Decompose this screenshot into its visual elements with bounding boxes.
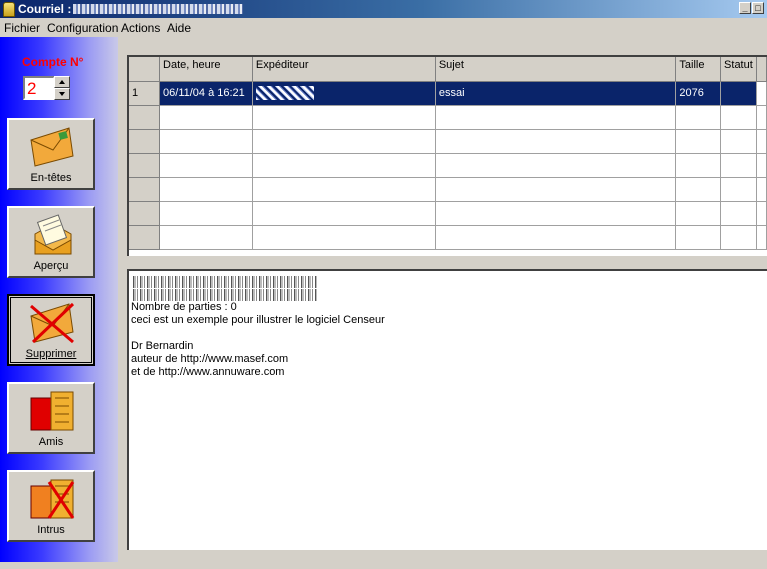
corner-cell [129, 57, 161, 82]
cell-subject[interactable]: essai [435, 81, 677, 106]
preview-line: Dr Bernardin [131, 340, 194, 352]
row-header[interactable] [129, 201, 161, 226]
cell-size[interactable]: 2076 [675, 81, 722, 106]
blurred-sender [255, 86, 314, 100]
menu-aide[interactable]: Aide [167, 21, 191, 35]
table-row[interactable] [129, 225, 767, 250]
preview-label: Aperçu [33, 260, 69, 272]
message-grid: Date, heure Expéditeur Sujet Taille Stat… [129, 57, 767, 250]
menu-bar: Fichier Configuration Actions Aide [0, 18, 767, 37]
cell-sender[interactable] [252, 81, 436, 106]
preview-line: et de http://www.annuware.com [131, 366, 285, 378]
intruders-button[interactable]: Intrus [7, 470, 95, 542]
account-number-input[interactable]: 2 [23, 76, 55, 100]
delete-button[interactable]: Supprimer [7, 294, 95, 366]
cell-status[interactable] [720, 81, 758, 106]
cell-date[interactable]: 06/11/04 à 16:21 [159, 81, 253, 106]
header-subject[interactable]: Sujet [435, 57, 677, 82]
row-header[interactable] [129, 225, 161, 250]
window-title: Courriel : [18, 2, 72, 16]
blurred-account-address [73, 4, 243, 14]
message-table: Date, heure Expéditeur Sujet Taille Stat… [127, 55, 767, 256]
blurred-header-line [131, 276, 317, 288]
row-header[interactable] [129, 129, 161, 154]
preview-line: auteur de http://www.masef.com [131, 353, 289, 365]
header-status[interactable]: Statut [720, 57, 758, 82]
maximize-button[interactable]: □ [752, 2, 764, 14]
table-row[interactable] [129, 129, 767, 154]
envelope-icon [30, 127, 74, 167]
row-number[interactable]: 1 [129, 81, 161, 106]
account-increment-button[interactable] [54, 76, 70, 88]
table-row[interactable] [129, 201, 767, 226]
address-book-icon [30, 391, 74, 431]
account-number-label: Compte N° [22, 55, 84, 69]
account-decrement-button[interactable] [54, 88, 70, 100]
headers-button[interactable]: En-têtes [7, 118, 95, 190]
cell-extra [756, 81, 767, 106]
minimize-button[interactable]: _ [739, 2, 751, 14]
header-extra [756, 57, 767, 82]
menu-actions[interactable]: Actions [121, 21, 160, 35]
intruders-label: Intrus [37, 524, 65, 536]
preview-line: Nombre de parties : 0 [131, 301, 237, 313]
account-number-value: 2 [27, 79, 37, 98]
app-icon [3, 2, 15, 17]
table-row[interactable] [129, 177, 767, 202]
row-header[interactable] [129, 105, 161, 130]
friends-label: Amis [38, 436, 64, 448]
row-header[interactable] [129, 153, 161, 178]
title-bar: Courriel : _ □ [0, 0, 767, 18]
table-row[interactable] [129, 105, 767, 130]
table-row[interactable]: 1 06/11/04 à 16:21 essai 2076 [129, 81, 767, 106]
header-sender[interactable]: Expéditeur [252, 57, 436, 82]
preview-line: ceci est un exemple pour illustrer le lo… [131, 314, 385, 326]
row-header[interactable] [129, 177, 161, 202]
header-size[interactable]: Taille [675, 57, 722, 82]
open-letter-icon [34, 214, 72, 255]
preview-button[interactable]: Aperçu [7, 206, 95, 278]
table-header-row: Date, heure Expéditeur Sujet Taille Stat… [129, 57, 767, 82]
headers-label: En-têtes [30, 172, 72, 184]
menu-fichier[interactable]: Fichier [4, 21, 40, 35]
table-row[interactable] [129, 153, 767, 178]
friends-button[interactable]: Amis [7, 382, 95, 454]
blocked-address-book-icon [30, 479, 75, 519]
delete-label: Supprimer [25, 348, 77, 360]
header-date[interactable]: Date, heure [159, 57, 253, 82]
delete-envelope-icon [30, 302, 75, 344]
menu-configuration[interactable]: Configuration [47, 21, 118, 35]
message-preview[interactable]: Nombre de parties : 0 ceci est un exempl… [127, 269, 767, 550]
blurred-header-line [131, 289, 317, 301]
